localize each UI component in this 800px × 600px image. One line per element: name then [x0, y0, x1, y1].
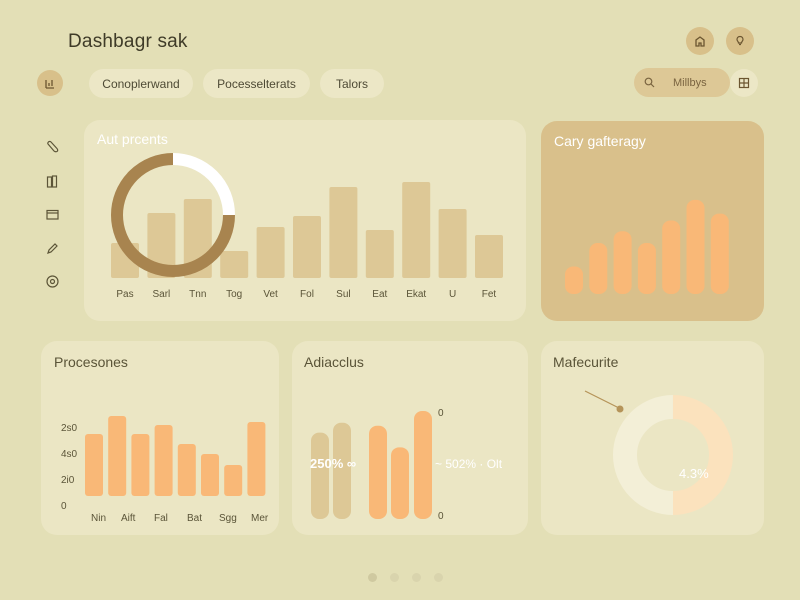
x-tick-label: Tnn [189, 289, 206, 300]
donut-center-label: 4.3% [679, 466, 709, 481]
x-tick-label: Aift [121, 513, 136, 524]
y-tick-label: 4s0 [61, 449, 78, 460]
bar [177, 444, 196, 496]
page-dot[interactable] [434, 573, 443, 582]
lightbulb-icon [736, 35, 744, 46]
x-tick-label: Fal [154, 513, 168, 524]
bar [414, 411, 432, 519]
bar [256, 227, 285, 278]
bar [311, 432, 329, 519]
search-icon [644, 77, 655, 88]
bar [589, 243, 608, 294]
x-tick-label: U [449, 289, 456, 300]
cary-card: Cary gafteragy [541, 121, 764, 321]
page-dot[interactable] [390, 573, 399, 582]
tab-talors[interactable]: Talors [320, 69, 384, 98]
x-tick-label: Fol [300, 289, 314, 300]
sidebar-item-settings[interactable] [44, 273, 60, 289]
folder-icon [45, 209, 59, 220]
mafecurite-card: Mafecurite 4.3% [541, 341, 764, 535]
bar [224, 465, 243, 496]
x-tick-label: Eat [372, 289, 387, 300]
bar [391, 447, 409, 519]
home-icon [695, 36, 705, 47]
tick-bottom: 0 [438, 511, 444, 522]
sidebar-item-files[interactable] [44, 173, 60, 189]
adiacclus-chart: 250% ∞ ~ 502% · Olt 0 0 [310, 408, 503, 522]
bar [154, 425, 173, 496]
x-tick-label: Mer [251, 513, 269, 524]
cary-chart [565, 199, 729, 294]
processes-card: Procesones 2s0 4s0 2i0 0 Nin Aift Fal Bat Sgg Me… [41, 341, 279, 535]
adiacclus-card: Adiacclus 250% ∞ ~ 502% · Olt 0 0 [292, 341, 528, 535]
x-tick-label: Pas [116, 289, 133, 300]
tick-top: 0 [438, 408, 444, 419]
dashboard-home-button[interactable] [37, 70, 63, 96]
page-dot[interactable] [412, 573, 421, 582]
x-tick-label: Vet [263, 289, 278, 300]
x-tick-label: Sarl [153, 289, 171, 300]
sidebar-item-link[interactable] [44, 138, 60, 154]
search-input[interactable]: Millbys [634, 68, 730, 97]
idea-button[interactable] [726, 27, 754, 55]
bar [293, 216, 321, 278]
pointer-dot [616, 405, 624, 413]
sidebar-item-folder[interactable] [44, 206, 60, 222]
home-button[interactable] [686, 27, 714, 55]
sidebar-item-edit[interactable] [44, 240, 60, 256]
bar [613, 231, 632, 294]
bar [475, 235, 503, 278]
page-title: Dashbagr sak [68, 31, 188, 52]
bar [329, 187, 358, 278]
search-placeholder: Millbys [673, 76, 707, 89]
pen-icon [46, 242, 58, 254]
bar [637, 243, 656, 294]
x-tick-label: Ekat [406, 289, 426, 300]
bar [369, 425, 387, 519]
x-tick-label: Sul [336, 289, 350, 300]
x-tick-label: Sgg [219, 513, 237, 524]
donut-segment-orange [672, 395, 733, 515]
y-tick-label: 2s0 [61, 423, 78, 434]
processes-chart: 2s0 4s0 2i0 0 Nin Aift Fal Bat Sgg Mer [61, 416, 269, 524]
x-tick-label: Bat [187, 513, 202, 524]
percent-label-left: 250% ∞ [310, 456, 356, 471]
bar [247, 422, 266, 496]
auto-percents-card: Aut prcents Pas Sarl Tnn Tog Vet Fol Sul Eat Eka… [84, 120, 526, 321]
bar [131, 434, 150, 496]
x-tick-label: Nin [91, 513, 106, 524]
pagination [368, 573, 443, 582]
bar [402, 182, 431, 278]
donut-segment-light [613, 395, 674, 515]
files-icon [46, 174, 57, 188]
y-tick-label: 2i0 [61, 475, 75, 486]
bar [108, 416, 127, 496]
auto-percents-chart: Pas Sarl Tnn Tog Vet Fol Sul Eat Ekat U Fet [111, 153, 503, 300]
bar [220, 251, 249, 278]
tab-pocesselterats[interactable]: Pocesselterats [203, 69, 310, 98]
bar [710, 213, 729, 294]
bar [365, 230, 394, 278]
bar [565, 266, 583, 294]
pointer-line [584, 390, 620, 409]
y-tick-label: 0 [61, 501, 67, 512]
mafecurite-chart: 4.3% [584, 390, 733, 515]
x-tick-label: Tog [226, 289, 242, 300]
bar [438, 209, 467, 278]
bar [201, 454, 219, 496]
page-dot[interactable] [368, 573, 377, 582]
percent-label-right: ~ 502% · Olt [435, 457, 503, 471]
tab-conoplerwand[interactable]: Conoplerwand [89, 69, 193, 98]
link-icon [46, 140, 58, 152]
bar [85, 434, 103, 496]
grid-button[interactable] [730, 69, 758, 97]
bar [686, 199, 705, 294]
settings-icon [45, 274, 59, 288]
x-tick-label: Fet [482, 289, 497, 300]
bar [662, 220, 681, 294]
chart-icon [45, 80, 54, 89]
grid-icon [738, 77, 750, 89]
